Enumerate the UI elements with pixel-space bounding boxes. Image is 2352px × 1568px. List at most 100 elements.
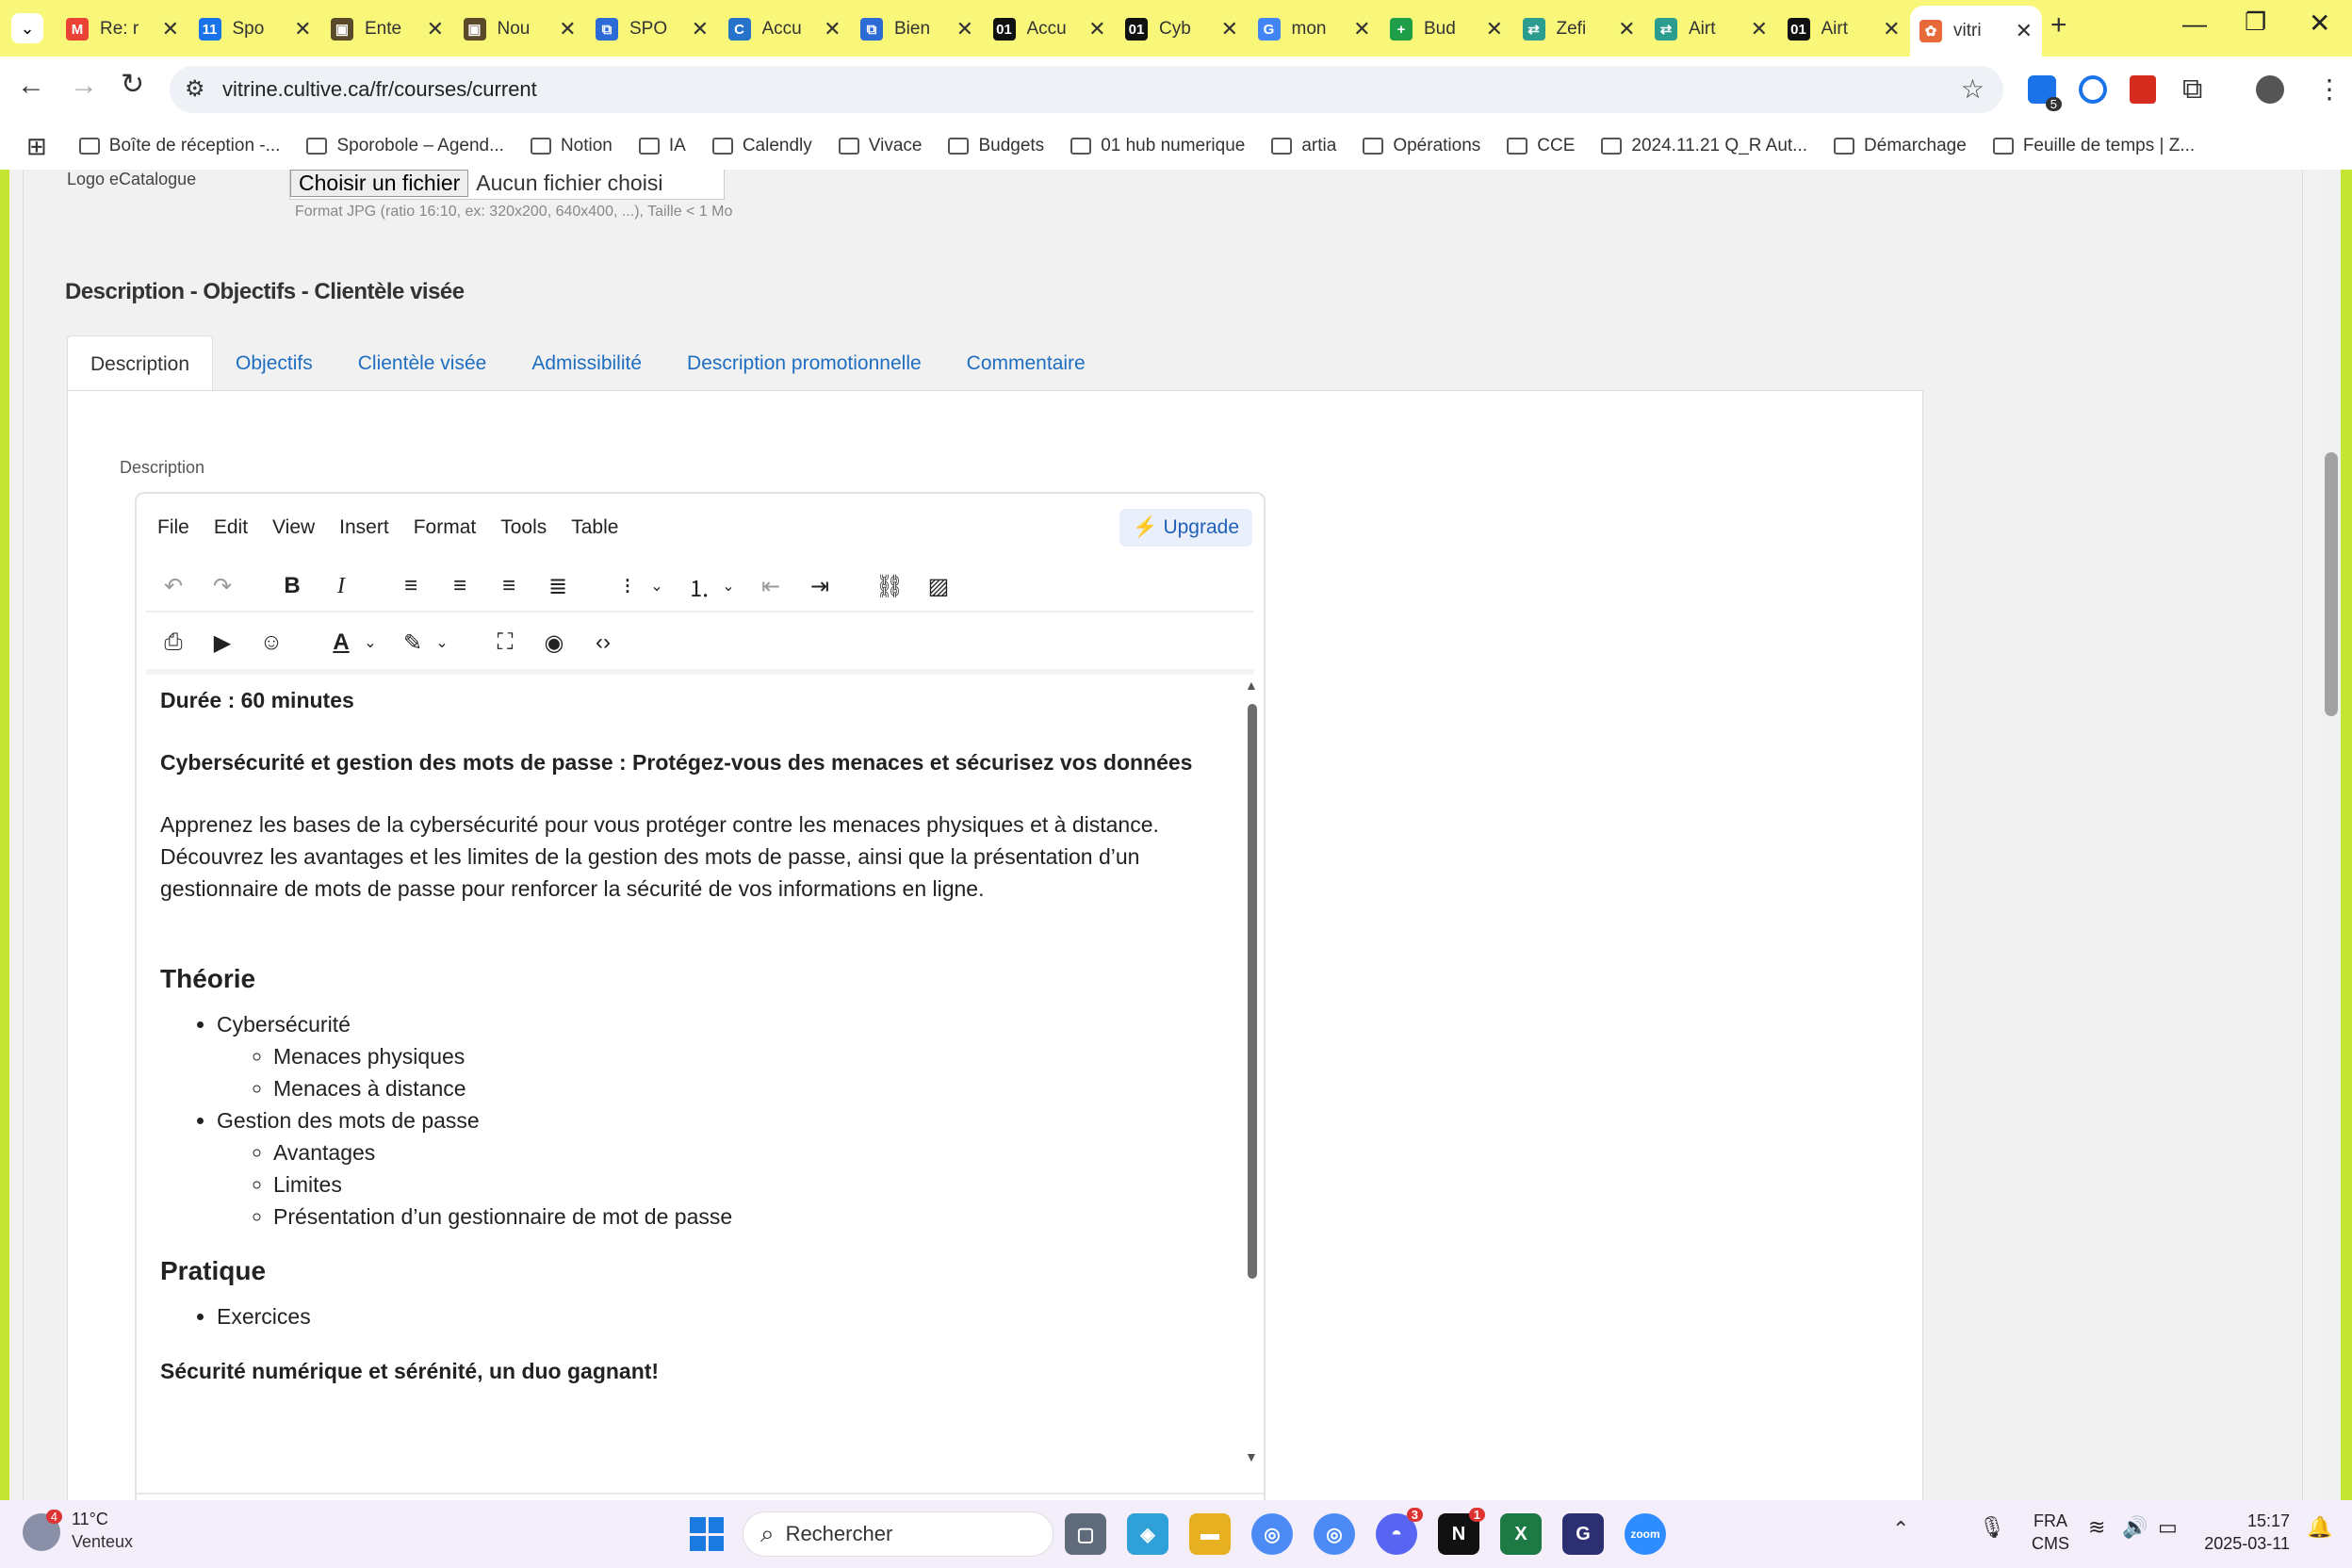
menu-table[interactable]: Table xyxy=(571,516,618,539)
bookmark-item[interactable]: artia xyxy=(1271,136,1336,156)
bookmark-item[interactable]: Budgets xyxy=(948,136,1044,156)
tab-close-icon[interactable]: ✕ xyxy=(1221,17,1238,41)
align-left-icon[interactable]: ≡ xyxy=(395,570,427,602)
browser-tab[interactable]: 01 Airt ✕ xyxy=(1778,9,1910,49)
text-color-icon[interactable]: A xyxy=(325,627,357,659)
page-scroll-thumb[interactable] xyxy=(2325,452,2338,716)
tab-close-icon[interactable]: ✕ xyxy=(1353,17,1370,41)
task-view-icon[interactable]: ▢ xyxy=(1065,1513,1106,1555)
weather-icon[interactable]: 4 xyxy=(23,1510,62,1551)
taskbar-search[interactable]: ⌕ Rechercher xyxy=(743,1511,1054,1557)
notion-icon[interactable]: N 1 xyxy=(1438,1508,1485,1555)
tab-close-icon[interactable]: ✕ xyxy=(956,17,973,41)
zoom-icon[interactable]: zoom xyxy=(1625,1513,1666,1555)
bullet-list-icon[interactable]: ⁝ xyxy=(612,570,644,602)
emoji-icon[interactable]: ☺ xyxy=(255,627,287,659)
redo-icon[interactable]: ↷ xyxy=(206,570,238,602)
browser-tab[interactable]: Gmon ✕ xyxy=(1249,9,1380,49)
bookmark-item[interactable]: Opérations xyxy=(1363,136,1480,156)
menu-kebab-icon[interactable]: ⋮ xyxy=(2316,74,2343,105)
profile-avatar[interactable] xyxy=(2256,75,2284,104)
align-justify-icon[interactable]: ≣ xyxy=(542,570,574,602)
address-bar[interactable]: ⚙ vitrine.cultive.ca/fr/courses/current … xyxy=(170,66,2003,113)
file-input[interactable]: Choisir un fichier Aucun fichier choisi xyxy=(289,170,725,200)
minimize-icon[interactable]: — xyxy=(2182,9,2207,39)
apps-grid-icon[interactable]: ⊞ xyxy=(26,132,47,161)
site-settings-icon[interactable]: ⚙ xyxy=(185,75,205,103)
preview-eye-icon[interactable]: ◉ xyxy=(538,627,570,659)
print-icon[interactable]: ⎙ xyxy=(157,627,189,659)
tab-close-icon[interactable]: ✕ xyxy=(1088,17,1105,41)
tray-chevron-icon[interactable]: ⌃ xyxy=(1892,1517,1909,1542)
bookmark-item[interactable]: Démarchage xyxy=(1834,136,1967,156)
tab-close-icon[interactable]: ✕ xyxy=(2016,19,2033,43)
tab-clientele[interactable]: Clientèle visée xyxy=(335,335,510,393)
pdf-extension-icon[interactable] xyxy=(2130,75,2156,104)
tab-close-icon[interactable]: ✕ xyxy=(824,17,841,41)
browser-tab[interactable]: + Bud ✕ xyxy=(1380,9,1512,49)
bookmark-item[interactable]: Vivace xyxy=(838,136,922,156)
bookmark-item[interactable]: CCE xyxy=(1507,136,1575,156)
app-g-icon[interactable]: G xyxy=(1562,1513,1604,1555)
browser-tab[interactable]: ▣ Nou ✕ xyxy=(454,9,586,49)
discord-icon[interactable]: ◓ 3 xyxy=(1376,1508,1423,1555)
new-tab-button[interactable]: + xyxy=(2050,9,2067,41)
bookmark-star-icon[interactable]: ☆ xyxy=(1961,74,1984,105)
menu-format[interactable]: Format xyxy=(414,516,477,539)
bookmark-item[interactable]: Notion xyxy=(530,136,612,156)
chrome-active-icon[interactable]: ◎ xyxy=(1314,1513,1355,1555)
tab-commentaire[interactable]: Commentaire xyxy=(944,335,1108,393)
extensions-puzzle-icon[interactable]: ⧉ xyxy=(2182,74,2202,106)
indent-icon[interactable]: ⇥ xyxy=(804,570,836,602)
tab-objectifs[interactable]: Objectifs xyxy=(213,335,335,393)
editor-scroll-thumb[interactable] xyxy=(1248,704,1257,1279)
browser-extension-icon[interactable] xyxy=(2079,75,2107,104)
tab-close-icon[interactable]: ✕ xyxy=(1618,17,1635,41)
tab-close-icon[interactable]: ✕ xyxy=(1751,17,1768,41)
fullscreen-icon[interactable]: ⛶ xyxy=(489,627,521,659)
forward-icon[interactable]: → xyxy=(70,70,98,102)
volume-icon[interactable]: 🔊 xyxy=(2122,1515,2148,1540)
extension-icon[interactable]: 5 xyxy=(2028,75,2062,111)
tab-close-icon[interactable]: ✕ xyxy=(294,17,311,41)
menu-view[interactable]: View xyxy=(272,516,315,539)
menu-edit[interactable]: Edit xyxy=(214,516,248,539)
text-color-chevron-icon[interactable]: ⌄ xyxy=(361,627,380,659)
choose-file-button[interactable]: Choisir un fichier xyxy=(290,170,469,197)
editor-scrollbar[interactable]: ▲ ▼ xyxy=(1245,678,1260,1464)
browser-tab[interactable]: ⧉ SPO ✕ xyxy=(586,9,718,49)
highlight-icon[interactable]: ✎ xyxy=(397,627,429,659)
reload-icon[interactable]: ↻ xyxy=(121,68,144,101)
restore-icon[interactable]: ❐ xyxy=(2245,8,2266,37)
bookmark-item[interactable]: Calendly xyxy=(711,136,812,156)
browser-tab[interactable]: 01 Cyb ✕ xyxy=(1116,9,1248,49)
tab-admissibilite[interactable]: Admissibilité xyxy=(509,335,664,393)
file-explorer-icon[interactable]: ▬ xyxy=(1189,1513,1231,1555)
browser-tab[interactable]: ⧉ Bien ✕ xyxy=(851,9,983,49)
copilot-icon[interactable]: ◈ xyxy=(1127,1513,1168,1555)
align-right-icon[interactable]: ≡ xyxy=(493,570,525,602)
media-icon[interactable]: ▶ xyxy=(206,627,238,659)
windows-start-icon[interactable] xyxy=(690,1517,724,1551)
undo-icon[interactable]: ↶ xyxy=(157,570,189,602)
upgrade-button[interactable]: ⚡ Upgrade xyxy=(1119,509,1252,547)
browser-tab[interactable]: 01 Accu ✕ xyxy=(984,9,1116,49)
page-scrollbar[interactable] xyxy=(2320,170,2341,1500)
editor-content[interactable]: Durée : 60 minutes Cybersécurité et gest… xyxy=(160,684,1249,1476)
tab-search-icon[interactable]: ⌄ xyxy=(11,13,43,43)
clock[interactable]: 15:17 2025-03-11 xyxy=(2196,1510,2290,1555)
notification-bell-icon[interactable]: 🔔 xyxy=(2307,1515,2332,1540)
image-icon[interactable]: ▨ xyxy=(923,570,955,602)
language-indicator[interactable]: FRA CMS xyxy=(2032,1510,2069,1555)
align-center-icon[interactable]: ≡ xyxy=(444,570,476,602)
tab-close-icon[interactable]: ✕ xyxy=(692,17,709,41)
bookmark-item[interactable]: 2024.11.21 Q_R Aut... xyxy=(1601,136,1807,156)
excel-icon[interactable]: X xyxy=(1500,1513,1542,1555)
browser-tab[interactable]: M Re: r ✕ xyxy=(57,9,188,49)
menu-file[interactable]: File xyxy=(157,516,189,539)
bookmark-item[interactable]: Sporobole – Agend... xyxy=(306,136,504,156)
battery-icon[interactable]: ▭ xyxy=(2158,1515,2178,1540)
tab-close-icon[interactable]: ✕ xyxy=(1883,17,1900,41)
tab-close-icon[interactable]: ✕ xyxy=(162,17,179,41)
tab-close-icon[interactable]: ✕ xyxy=(427,17,444,41)
